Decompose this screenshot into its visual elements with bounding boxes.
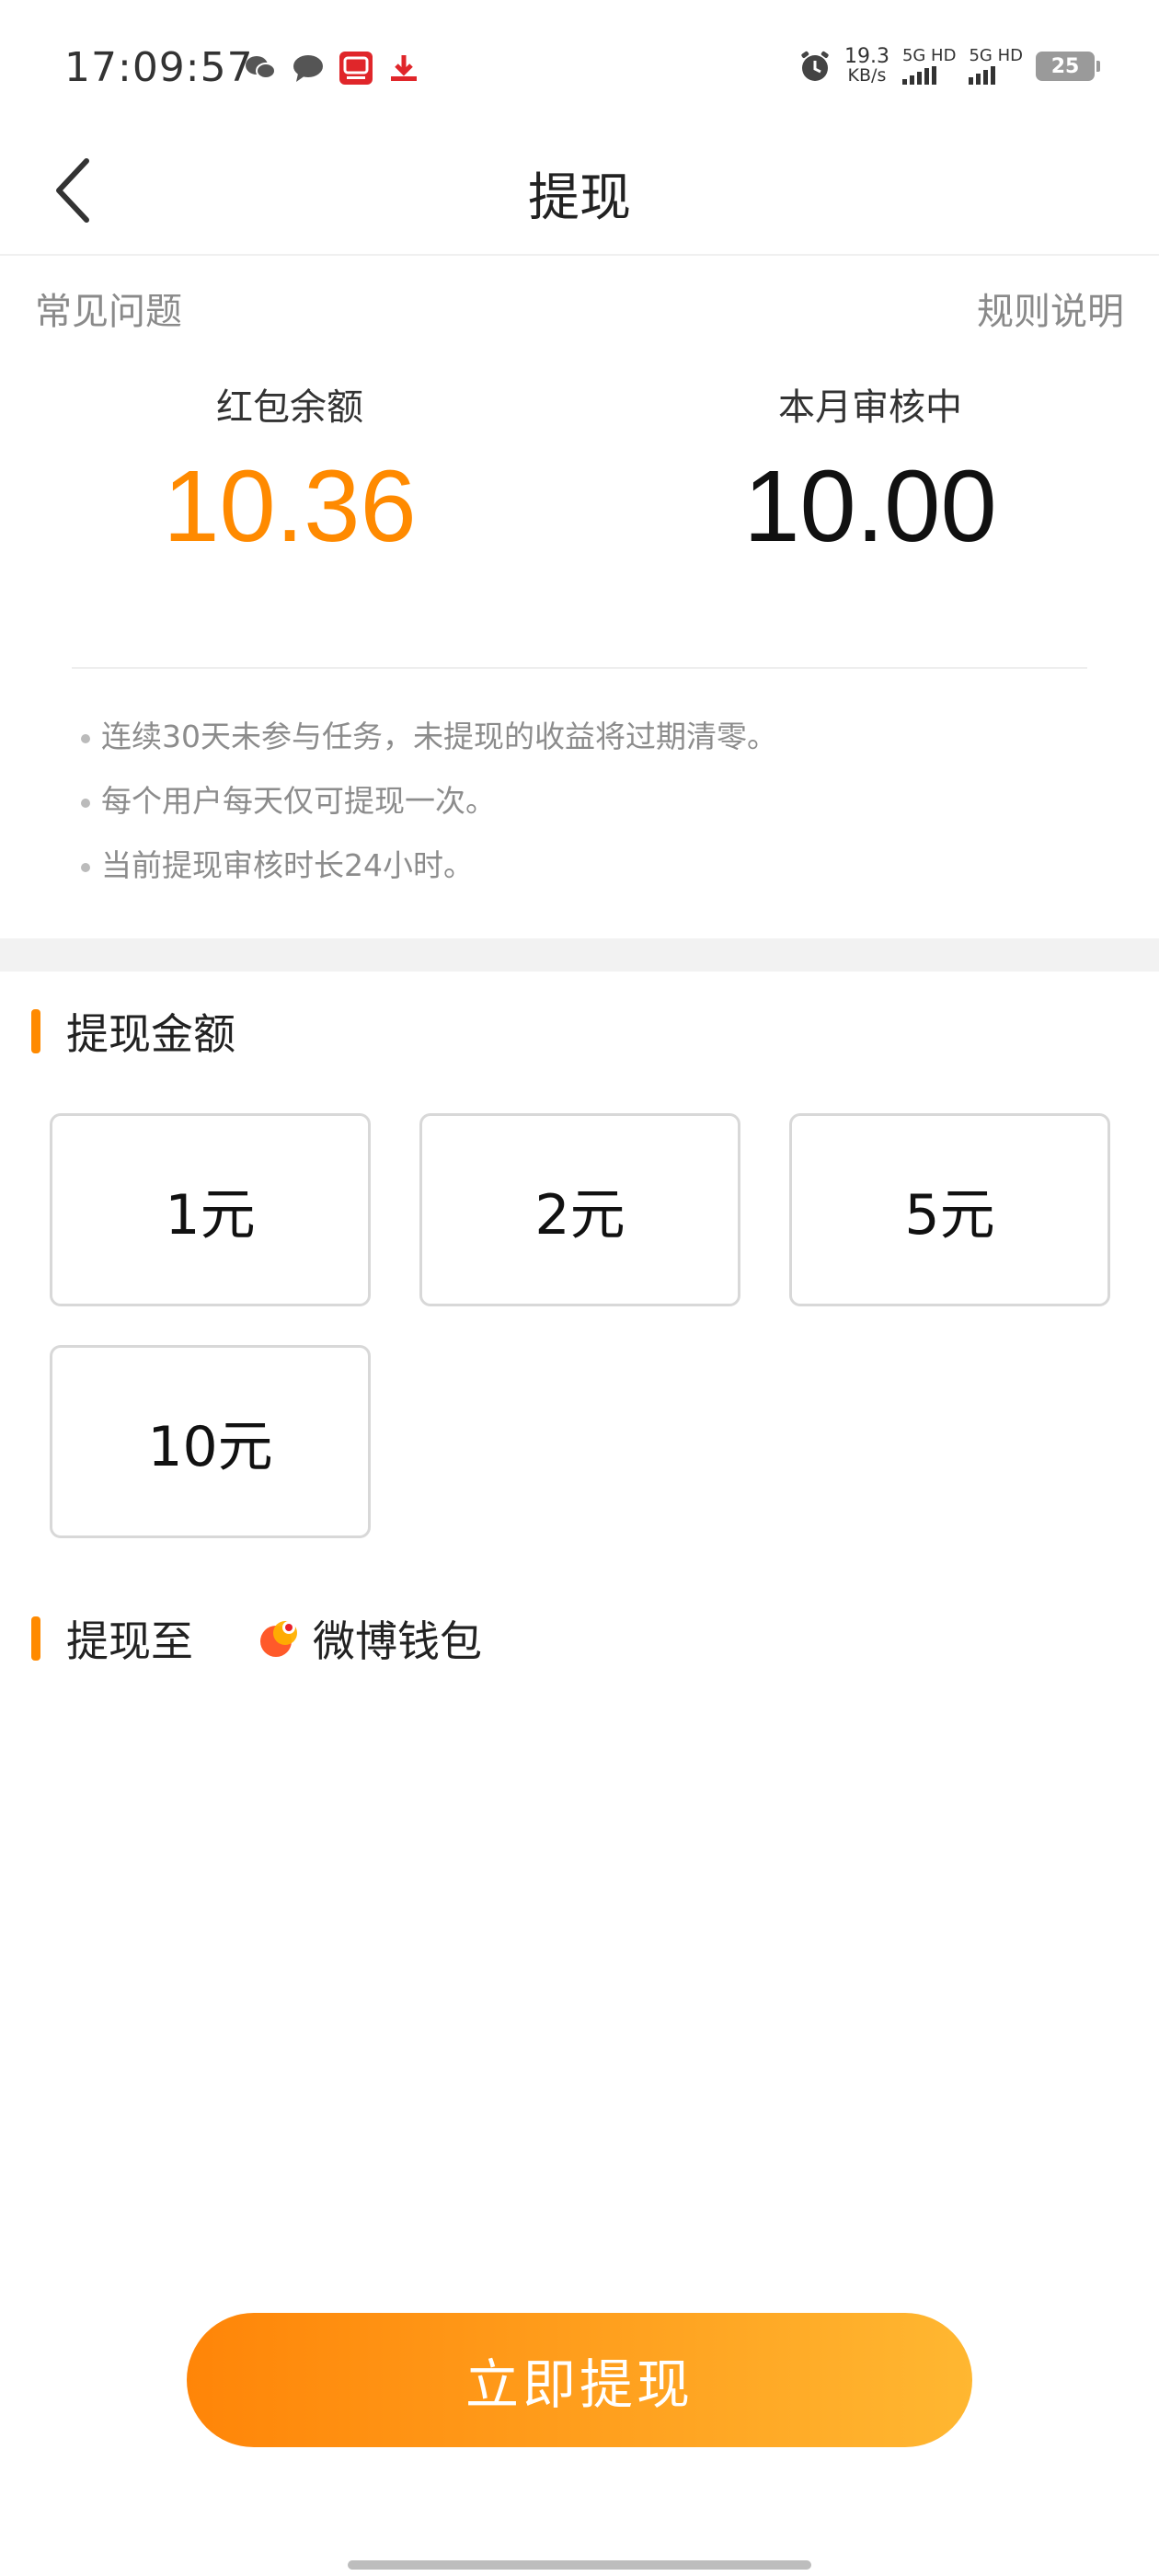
rules-link[interactable]: 规则说明	[977, 282, 1124, 335]
alarm-icon	[798, 50, 832, 83]
status-bar: 17:09:57 19.3 KB/s 5G HD 5G HD 25	[0, 0, 1159, 129]
download-icon	[387, 52, 420, 85]
balance-summary: 红包余额 10.36 本月审核中 10.00	[0, 377, 1159, 589]
nav-bar: 提现	[0, 129, 1159, 256]
accent-bar	[31, 1009, 40, 1053]
status-right-group: 19.3 KB/s 5G HD 5G HD 25	[798, 45, 1100, 86]
pending-value: 10.00	[743, 450, 997, 563]
balance-label: 红包余额	[216, 386, 363, 429]
wechat-icon	[244, 52, 277, 85]
balance-block: 红包余额 10.36	[69, 377, 511, 567]
note-item: 当前提现审核时长24小时。	[81, 845, 777, 909]
accent-bar	[31, 1616, 40, 1661]
amount-option-1[interactable]: 1元	[50, 1113, 371, 1306]
amount-section-title: 提现金额	[66, 1009, 235, 1059]
amount-section-header: 提现金额	[31, 1001, 235, 1062]
top-links: 常见问题 规则说明	[35, 282, 1124, 335]
sim2-label: 5G HD	[969, 46, 1023, 65]
note-item: 连续30天未参与任务，未提现的收益将过期清零。	[81, 716, 777, 780]
signal-bars-icon	[901, 66, 936, 85]
home-indicator[interactable]	[348, 2560, 811, 2570]
amount-option-10[interactable]: 10元	[50, 1345, 371, 1538]
withdraw-to-title: 提现至	[66, 1616, 193, 1666]
sim1-signal: 5G HD	[901, 46, 957, 85]
note-item: 每个用户每天仅可提现一次。	[81, 780, 777, 845]
amount-option-5[interactable]: 5元	[789, 1113, 1110, 1306]
divider	[72, 667, 1087, 669]
withdraw-to-header: 提现至 微博钱包	[31, 1608, 482, 1669]
section-separator	[0, 938, 1159, 972]
network-speed: 19.3 KB/s	[843, 45, 889, 86]
message-icon	[292, 52, 325, 85]
weibo-wallet-icon	[260, 1621, 297, 1657]
status-notification-icons	[244, 52, 420, 85]
battery-icon: 25	[1036, 52, 1100, 81]
status-time: 17:09:57	[64, 44, 254, 91]
network-speed-unit: KB/s	[847, 65, 887, 86]
sim1-label: 5G HD	[901, 46, 957, 65]
notes-list: 连续30天未参与任务，未提现的收益将过期清零。 每个用户每天仅可提现一次。 当前…	[81, 716, 777, 909]
amount-option-2[interactable]: 2元	[419, 1113, 740, 1306]
taobao-icon	[339, 52, 373, 85]
page-title: 提现	[528, 168, 631, 228]
wallet-name: 微博钱包	[313, 1616, 482, 1666]
network-speed-value: 19.3	[843, 45, 889, 68]
signal-bars-icon	[969, 66, 996, 85]
faq-link[interactable]: 常见问题	[35, 282, 182, 335]
wallet-selector[interactable]: 微博钱包	[258, 1608, 482, 1669]
sim2-signal: 5G HD	[969, 48, 1023, 85]
balance-value: 10.36	[163, 450, 417, 563]
pending-block: 本月审核中 10.00	[649, 377, 1091, 567]
withdraw-now-button[interactable]: 立即提现	[187, 2313, 972, 2447]
pending-label: 本月审核中	[778, 386, 962, 429]
